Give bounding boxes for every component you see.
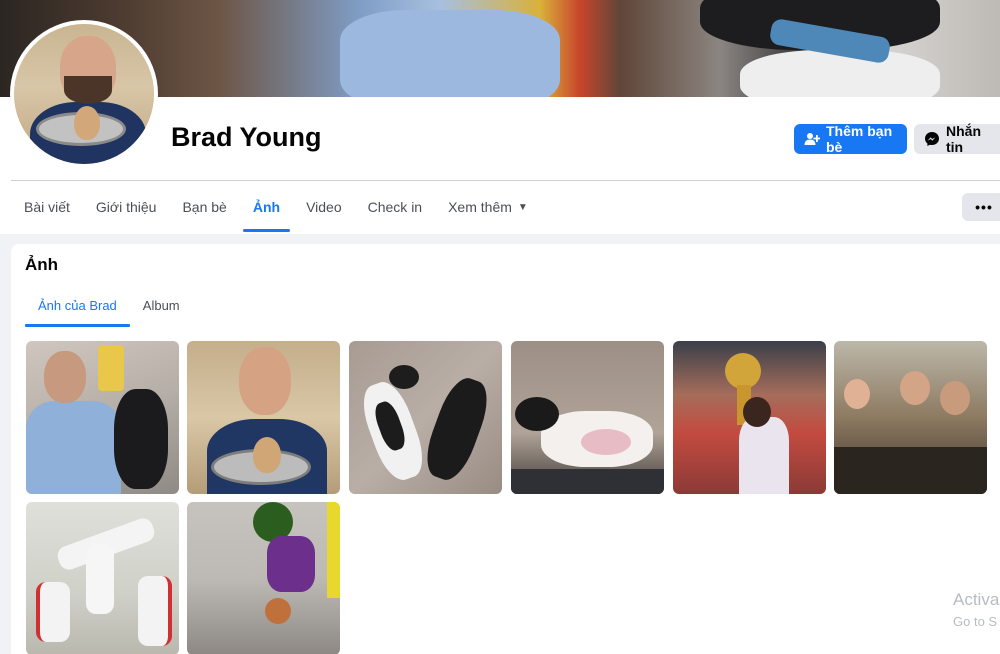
profile-name: Brad Young [171, 122, 322, 152]
tab-friends-label: Bạn bè [182, 199, 227, 215]
tab-photos[interactable]: Ảnh [240, 182, 293, 232]
activation-watermark: Activa Go to S [953, 590, 999, 632]
photo-thumbnail[interactable] [26, 502, 179, 654]
add-person-icon [804, 133, 820, 145]
header-divider [11, 180, 1000, 181]
photo-thumbnail[interactable] [673, 341, 826, 494]
tab-more-label: Xem thêm [448, 199, 512, 215]
tab-videos[interactable]: Video [293, 182, 355, 232]
tab-about-label: Giới thiệu [95, 199, 157, 215]
photos-subtabs: Ảnh của Brad Album [25, 284, 193, 327]
watermark-line1: Activa [953, 590, 1000, 609]
profile-header: Brad Young Thêm bạn bè Nhắn tin Bài viết… [0, 0, 1000, 234]
subtab-photos-of-brad[interactable]: Ảnh của Brad [25, 284, 130, 327]
tab-check-ins[interactable]: Check in [355, 182, 435, 232]
more-options-button[interactable]: ••• [962, 193, 1000, 221]
tab-posts[interactable]: Bài viết [11, 182, 83, 232]
subtab-albums-label: Album [142, 298, 180, 313]
add-friend-label: Thêm bạn bè [826, 123, 893, 155]
subtab-photos-of-brad-label: Ảnh của Brad [38, 298, 117, 313]
watermark-line2: Go to S [953, 614, 998, 629]
message-label: Nhắn tin [946, 123, 981, 155]
photo-thumbnail[interactable] [187, 341, 340, 494]
tab-more[interactable]: Xem thêm ▼ [435, 182, 541, 232]
tab-about[interactable]: Giới thiệu [83, 182, 170, 232]
profile-nav: Bài viết Giới thiệu Bạn bè Ảnh Video Che… [11, 182, 541, 232]
tab-posts-label: Bài viết [24, 199, 70, 215]
caret-down-icon: ▼ [517, 201, 528, 213]
photo-thumbnail[interactable] [187, 502, 340, 654]
tab-videos-label: Video [306, 199, 342, 215]
add-friend-button[interactable]: Thêm bạn bè [794, 123, 907, 155]
photo-thumbnail[interactable] [349, 341, 502, 494]
photos-title: Ảnh [25, 255, 59, 274]
message-button[interactable]: Nhắn tin [914, 123, 1000, 155]
photos-card: Ảnh Ảnh của Brad Album [11, 244, 1000, 654]
messenger-icon [925, 132, 939, 146]
tab-friends[interactable]: Bạn bè [169, 182, 239, 232]
photo-thumbnail[interactable] [834, 341, 987, 494]
tab-check-ins-label: Check in [367, 199, 423, 215]
subtab-albums[interactable]: Album [130, 284, 193, 327]
photo-thumbnail[interactable] [511, 341, 664, 494]
profile-avatar[interactable] [10, 20, 158, 168]
tab-photos-label: Ảnh [252, 199, 281, 215]
photo-thumbnail[interactable] [26, 341, 179, 494]
